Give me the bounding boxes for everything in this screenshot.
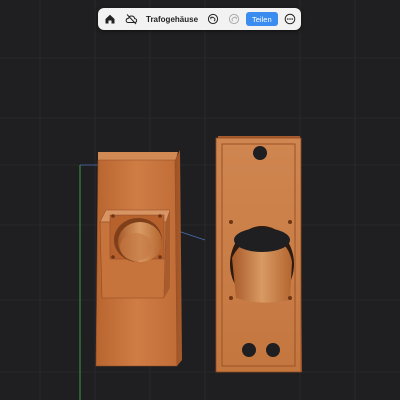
ground-grid: [0, 0, 400, 400]
cable-hole-top: [253, 146, 267, 160]
home-icon[interactable]: [104, 12, 116, 26]
share-button[interactable]: Teilen: [246, 12, 278, 26]
top-toolbar: Trafogehäuse Teilen: [98, 8, 301, 30]
housing-box-model[interactable]: [95, 150, 182, 367]
connector-hole-right: [266, 343, 280, 357]
fan-mount: [99, 209, 171, 299]
3d-viewport[interactable]: [0, 0, 400, 400]
redo-icon[interactable]: [228, 12, 240, 26]
cloud-offline-icon[interactable]: [125, 12, 138, 26]
more-icon[interactable]: [284, 12, 296, 26]
undo-icon[interactable]: [207, 12, 219, 26]
document-title[interactable]: Trafogehäuse: [146, 15, 198, 24]
connector-hole-left: [242, 343, 256, 357]
lid-plate-model[interactable]: [215, 136, 302, 373]
